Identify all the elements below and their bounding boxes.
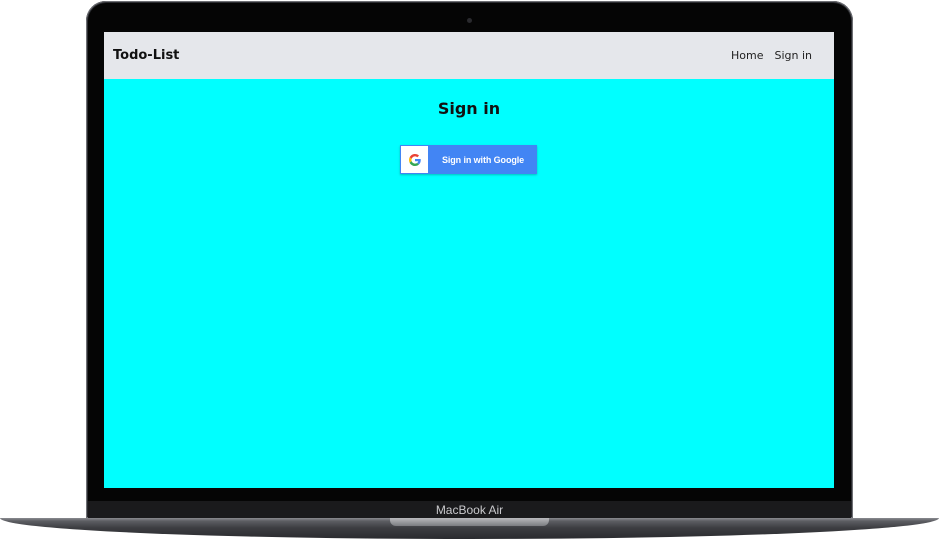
brand-logo[interactable]: Todo-List [113, 48, 179, 63]
google-g-icon [408, 153, 421, 166]
page-title: Sign in [437, 99, 501, 118]
nav-links: Home Sign in [731, 49, 812, 62]
nav-link-sign-in[interactable]: Sign in [774, 49, 812, 62]
webcam [467, 18, 472, 23]
laptop-hinge [390, 518, 549, 526]
sign-in-with-google-button[interactable]: Sign in with Google [400, 145, 537, 174]
google-button-label: Sign in with Google [441, 154, 525, 165]
laptop-mockup: Todo-List Home Sign in Sign in Sign in w… [0, 0, 939, 539]
nav-link-home[interactable]: Home [731, 49, 763, 62]
device-label: MacBook Air [435, 503, 504, 517]
navbar: Todo-List Home Sign in [104, 32, 834, 79]
browser-viewport: Todo-List Home Sign in Sign in Sign in w… [104, 32, 834, 488]
google-icon-container [401, 146, 428, 173]
